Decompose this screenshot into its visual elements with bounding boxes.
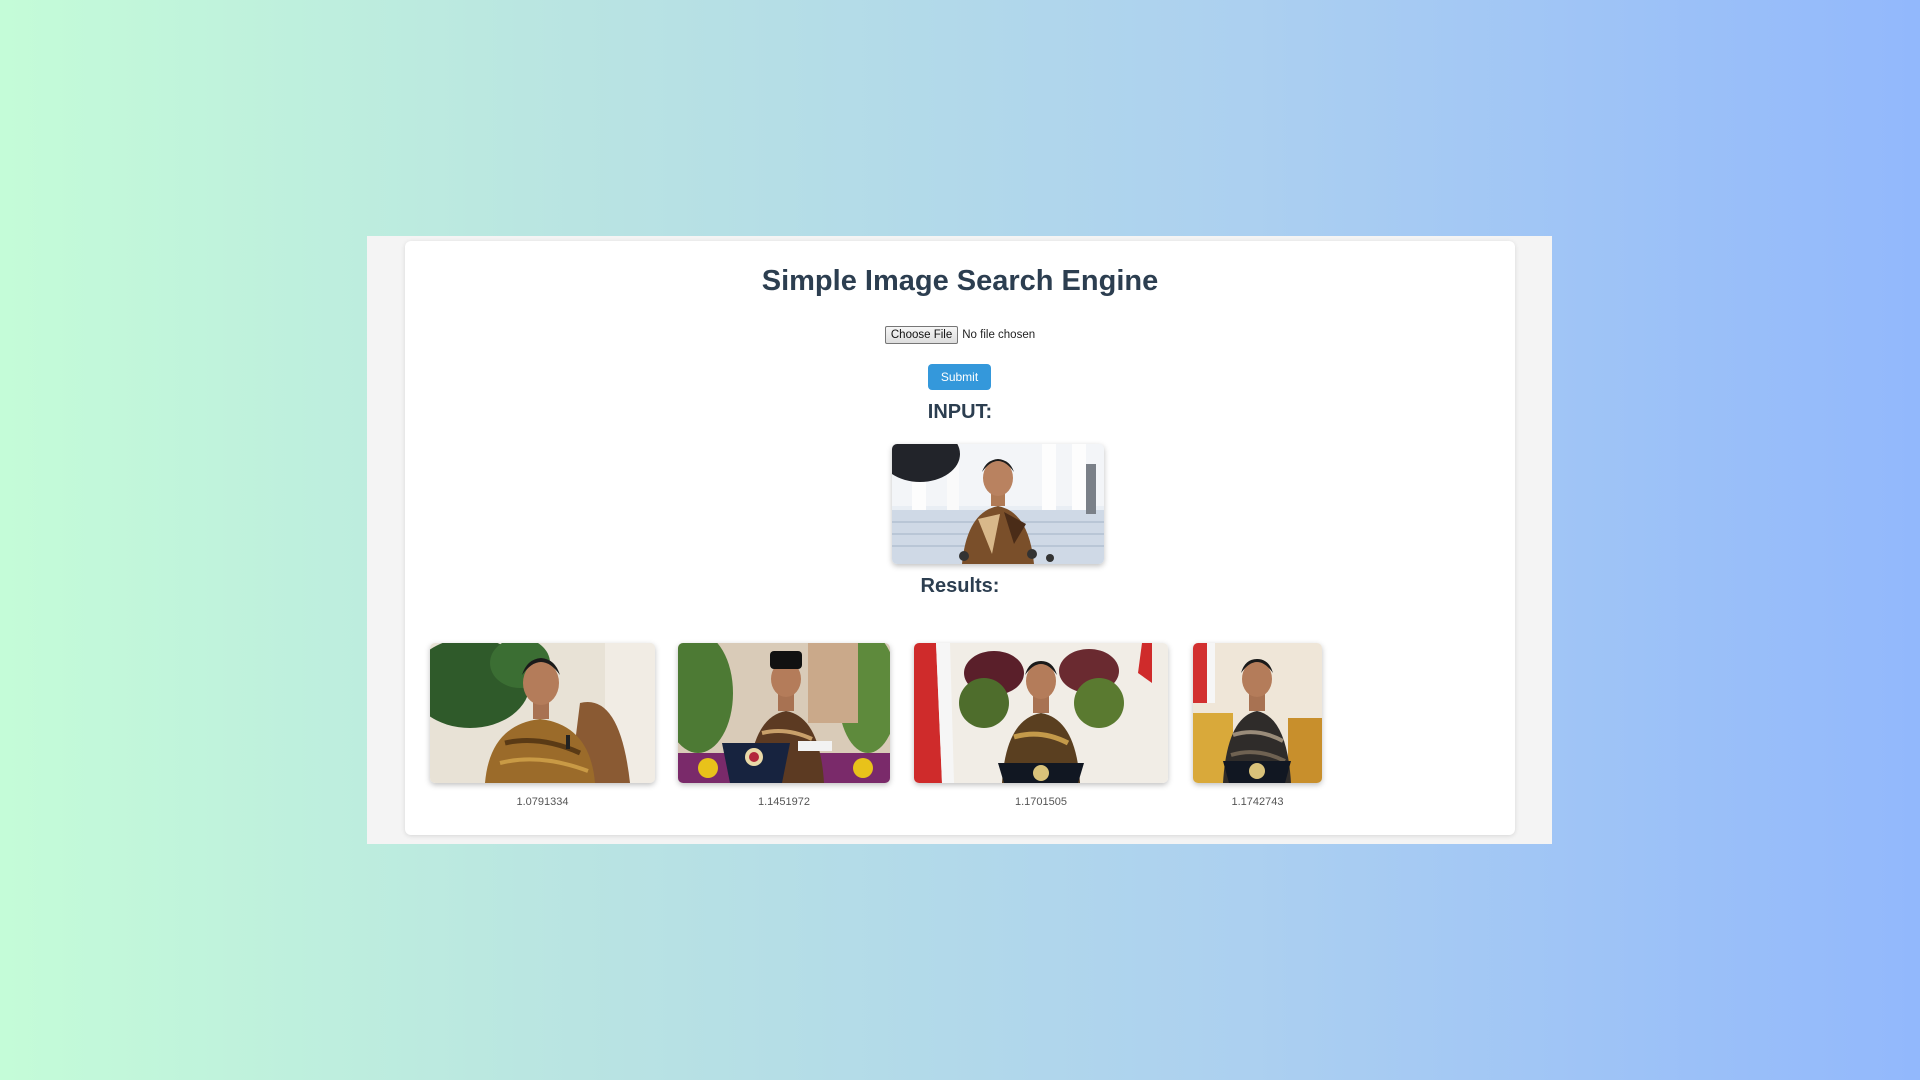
submit-button[interactable]: Submit bbox=[928, 364, 991, 390]
result-photo-graphic-2 bbox=[678, 643, 890, 783]
result-score-4: 1.1742743 bbox=[1231, 796, 1284, 808]
result-score-2: 1.1451972 bbox=[758, 796, 810, 808]
result-image-2[interactable] bbox=[678, 643, 890, 783]
results-heading: Results: bbox=[920, 575, 1000, 597]
result-score-3: 1.1701505 bbox=[1015, 796, 1067, 808]
result-score-1: 1.0791334 bbox=[516, 796, 569, 808]
result-photo-graphic-3 bbox=[914, 643, 1168, 783]
result-photo-graphic-4 bbox=[1193, 643, 1322, 783]
app-frame: Simple Image Search Engine Choose File N… bbox=[367, 236, 1552, 844]
result-image-4[interactable] bbox=[1193, 643, 1322, 783]
file-status-text: No file chosen bbox=[962, 329, 1036, 341]
input-image bbox=[892, 444, 1104, 564]
page-title: Simple Image Search Engine bbox=[761, 265, 1159, 297]
input-heading: INPUT: bbox=[927, 401, 993, 423]
main-card: Simple Image Search Engine Choose File N… bbox=[405, 241, 1515, 835]
result-image-1[interactable] bbox=[430, 643, 655, 783]
input-photo-graphic bbox=[892, 444, 1104, 564]
file-upload: Choose File No file chosen bbox=[405, 326, 1515, 344]
result-photo-graphic-1 bbox=[430, 643, 655, 783]
result-image-3[interactable] bbox=[914, 643, 1168, 783]
choose-file-button[interactable]: Choose File bbox=[884, 326, 959, 344]
